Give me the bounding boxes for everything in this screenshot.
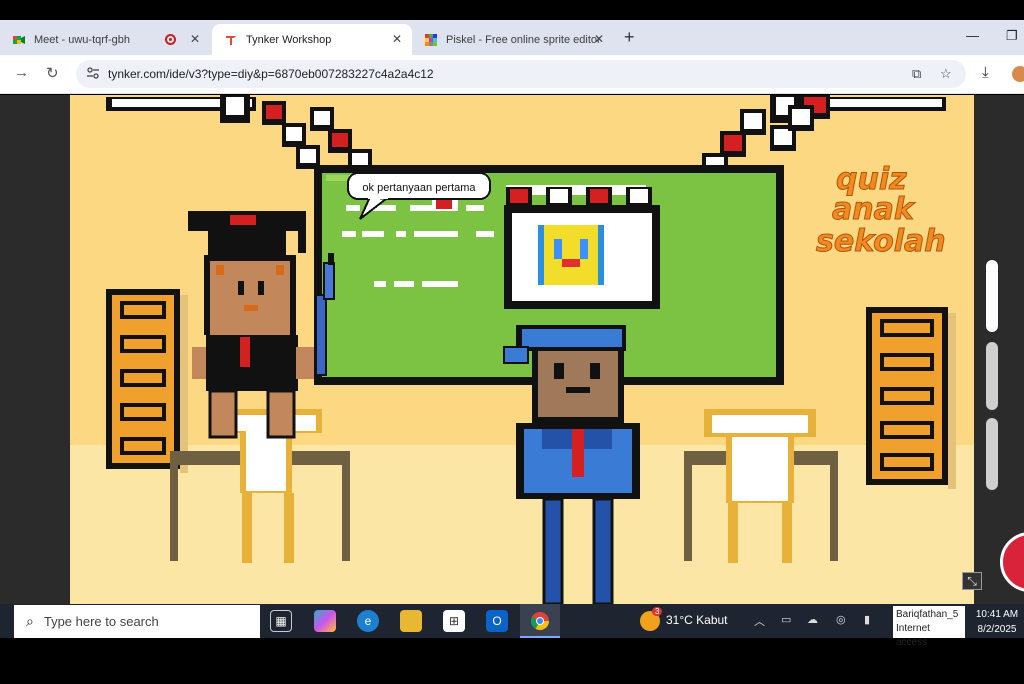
tab-title: Tynker Workshop [246, 33, 332, 46]
download-icon[interactable]: ⤓ [982, 64, 989, 81]
phone-icon[interactable]: ▮ [864, 613, 870, 626]
chrome-taskbar-button[interactable] [520, 604, 560, 638]
close-tab-icon[interactable]: ✕ [392, 32, 402, 46]
taskbar-search[interactable]: ⌕ Type here to search [14, 605, 260, 638]
profile-avatar[interactable] [1012, 66, 1024, 82]
tab-piskel[interactable]: Piskel - Free online sprite editor ✕ [412, 24, 614, 55]
piskel-icon [425, 33, 437, 46]
search-placeholder: Type here to search [43, 614, 159, 629]
page-content: ok pertanyaan pertama quiz anak sekolah [0, 95, 1024, 604]
tab-meet[interactable]: Meet - uwu-tqrf-gbh ✕ [0, 24, 210, 55]
forward-icon[interactable]: → [14, 64, 29, 81]
network-popup[interactable]: Bariqfathan_5 Internet access [893, 606, 965, 648]
close-tab-icon[interactable]: ✕ [594, 32, 604, 46]
network-status: Internet access [896, 623, 930, 648]
chrome-icon [531, 612, 549, 631]
taskbar: ⌕ Type here to search ▦ e ⊞ O 3 31°C Kab… [0, 604, 1024, 648]
tab-strip: Meet - uwu-tqrf-gbh ✕ Tynker Workshop ✕ … [0, 20, 1024, 55]
restore-icon[interactable]: ❐ [1006, 28, 1018, 44]
tab-title: Piskel - Free online sprite editor [446, 33, 601, 46]
clock[interactable]: 10:41 AM 8/2/2025 [972, 607, 1022, 637]
weather-text[interactable]: 31°C Kabut [666, 613, 728, 627]
store-icon[interactable]: ⊞ [443, 610, 465, 632]
screen: Meet - uwu-tqrf-gbh ✕ Tynker Workshop ✕ … [0, 0, 1024, 684]
copilot-icon[interactable] [314, 610, 336, 632]
tab-title: Meet - uwu-tqrf-gbh [34, 33, 130, 46]
clock-date: 8/2/2025 [977, 624, 1017, 635]
close-tab-icon[interactable]: ✕ [190, 32, 200, 46]
reload-icon[interactable]: ↻ [46, 64, 59, 82]
search-icon: ⌕ [26, 613, 34, 629]
record-button[interactable] [1000, 532, 1024, 592]
new-tab-button[interactable]: + [624, 27, 635, 48]
scrollbar-thumb[interactable] [986, 260, 998, 332]
file-explorer-icon[interactable] [400, 610, 422, 632]
browser-toolbar: → ↻ tynker.com/ide/v3?type=diy&p=6870eb0… [0, 55, 1024, 94]
network-name: Bariqfathan_5 [896, 609, 959, 620]
edge-icon[interactable]: e [357, 610, 379, 632]
chevron-up-icon[interactable]: ︿ [754, 613, 765, 629]
speech-text: ok pertanyaan pertama [362, 182, 476, 194]
fullscreen-icon[interactable]: ⤡ [962, 572, 982, 590]
scrollbar-track[interactable] [986, 342, 998, 410]
battery-icon[interactable]: ▭ [781, 613, 791, 626]
title-line-3: sekolah [816, 224, 946, 259]
bookmark-star-icon[interactable]: ☆ [940, 66, 952, 82]
tynker-icon [226, 35, 236, 45]
address-bar[interactable]: tynker.com/ide/v3?type=diy&p=6870eb00728… [76, 60, 966, 88]
outlook-icon[interactable]: O [486, 610, 508, 632]
wifi-icon[interactable]: ◎ [836, 613, 846, 626]
game-stage[interactable]: ok pertanyaan pertama quiz anak sekolah [70, 95, 974, 604]
cast-icon[interactable]: ⧉ [912, 66, 921, 82]
task-view-icon[interactable]: ▦ [270, 610, 292, 632]
recording-icon [165, 34, 176, 45]
classroom-picture [504, 205, 660, 309]
cloud-icon[interactable]: ☁ [807, 613, 818, 626]
title-line-2: anak [832, 192, 916, 227]
tab-tynker[interactable]: Tynker Workshop ✕ [212, 24, 412, 55]
site-settings-icon[interactable] [86, 66, 100, 80]
google-meet-icon [13, 35, 25, 44]
minimize-icon[interactable]: — [966, 28, 979, 43]
bookshelf-left [106, 289, 188, 473]
bookshelf-right [866, 307, 956, 489]
clock-time: 10:41 AM [975, 609, 1019, 620]
url-text: tynker.com/ide/v3?type=diy&p=6870eb00728… [108, 67, 434, 81]
scrollbar-track[interactable] [986, 418, 998, 490]
weather-badge: 3 [652, 607, 663, 616]
